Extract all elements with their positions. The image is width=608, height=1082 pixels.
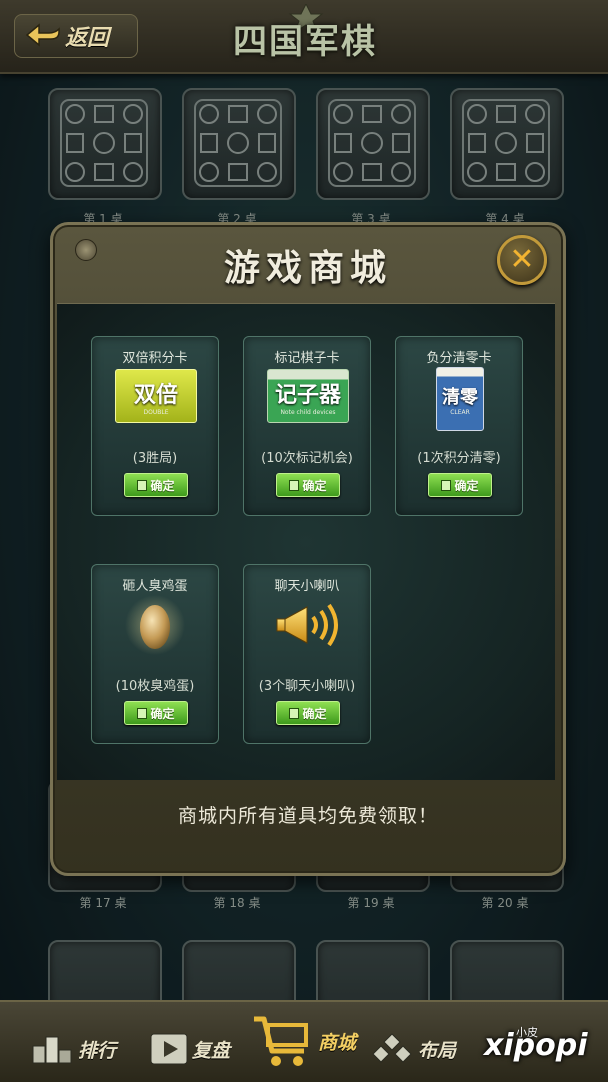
confirm-box-icon [137, 479, 148, 491]
confirm-label: 确定 [302, 706, 327, 721]
item-desc: (1次积分清零) [417, 451, 501, 466]
confirm-label: 确定 [150, 706, 175, 721]
nav-replay[interactable]: 复盘 [150, 1024, 230, 1074]
watermark: xipopi [484, 1028, 588, 1063]
confirm-label: 确定 [454, 478, 479, 493]
nav-replay-label: 复盘 [192, 1039, 231, 1062]
item-name: 聊天小喇叭 [274, 579, 340, 594]
confirm-button[interactable]: 确定 [276, 473, 340, 497]
item-name: 标记棋子卡 [274, 351, 340, 366]
double-card-text: 双倍 [133, 382, 178, 408]
ranking-icon [32, 1036, 72, 1064]
confirm-button[interactable]: 确定 [124, 473, 188, 497]
shop-dialog: 游戏商城 ✕ 双倍积分卡 双倍 DOUBLE (3胜局) 确定 标记棋子卡 记子… [50, 222, 566, 876]
double-card-subtext: DOUBLE [143, 408, 169, 416]
marker-card-subtext: Note child devices [280, 408, 336, 416]
close-icon: ✕ [509, 242, 535, 277]
shop-item-card: 双倍积分卡 双倍 DOUBLE (3胜局) 确定 [91, 336, 219, 516]
item-desc: (10枚臭鸡蛋) [115, 679, 195, 694]
shop-title: 游戏商城 [223, 247, 392, 289]
speaker-icon [276, 603, 338, 647]
back-label: 返回 [65, 26, 110, 51]
clear-card-subtext: CLEAR [450, 408, 470, 416]
shop-item-card: 负分清零卡 清零 CLEAR (1次积分清零) 确定 [395, 336, 523, 516]
confirm-box-icon [289, 707, 300, 719]
shop-item-card: 砸人臭鸡蛋 (10枚臭鸡蛋) 确定 [91, 564, 219, 744]
back-arrow-icon [25, 23, 60, 47]
item-desc: (3胜局) [132, 451, 178, 466]
item-name: 负分清零卡 [426, 351, 492, 366]
confirm-label: 确定 [302, 478, 327, 493]
shop-item-card: 标记棋子卡 记子器 Note child devices (10次标记机会) 确… [243, 336, 371, 516]
confirm-box-icon [289, 479, 300, 491]
game-title-text: 四国军棋 [233, 21, 377, 62]
nav-rank[interactable]: 排行 [32, 1024, 116, 1074]
confirm-box-icon [441, 479, 452, 491]
item-desc: (10次标记机会) [261, 451, 353, 466]
back-button[interactable]: 返回 [14, 14, 138, 58]
confirm-button[interactable]: 确定 [124, 701, 188, 725]
close-button[interactable]: ✕ [497, 235, 547, 285]
game-title: 四国军棋 [200, 4, 410, 70]
confirm-label: 确定 [150, 478, 175, 493]
double-card-icon: 双倍 DOUBLE [115, 369, 197, 423]
confirm-box-icon [137, 707, 148, 719]
shop-notice: 商城内所有道具均免费领取！ [177, 805, 438, 827]
confirm-button[interactable]: 确定 [276, 701, 340, 725]
nav-shop-label: 商城 [318, 1031, 357, 1054]
shop-items-panel: 双倍积分卡 双倍 DOUBLE (3胜局) 确定 标记棋子卡 记子器 Note … [57, 303, 555, 780]
top-bar: 返回 四国军棋 [0, 0, 608, 74]
nav-shop[interactable]: 商城 [250, 1002, 356, 1080]
nav-layout[interactable]: 布局 [370, 1024, 456, 1074]
nav-rank-label: 排行 [78, 1039, 117, 1062]
layout-diamonds-icon [372, 1033, 412, 1063]
marker-card-text: 记子器 [274, 382, 341, 408]
item-name: 砸人臭鸡蛋 [122, 579, 188, 594]
nav-layout-label: 布局 [418, 1039, 457, 1062]
shop-item-card: 聊天小喇叭 (3个聊天小喇叭) 确定 [243, 564, 371, 744]
cart-icon [254, 1016, 308, 1066]
item-desc: (3个聊天小喇叭) [258, 679, 356, 694]
egg-icon [125, 595, 185, 655]
clear-card-icon: 清零 CLEAR [436, 367, 484, 431]
item-name: 双倍积分卡 [122, 351, 188, 366]
clear-card-text: 清零 [442, 386, 478, 408]
marker-card-icon: 记子器 Note child devices [267, 369, 349, 423]
play-icon [150, 1033, 188, 1065]
confirm-button[interactable]: 确定 [428, 473, 492, 497]
